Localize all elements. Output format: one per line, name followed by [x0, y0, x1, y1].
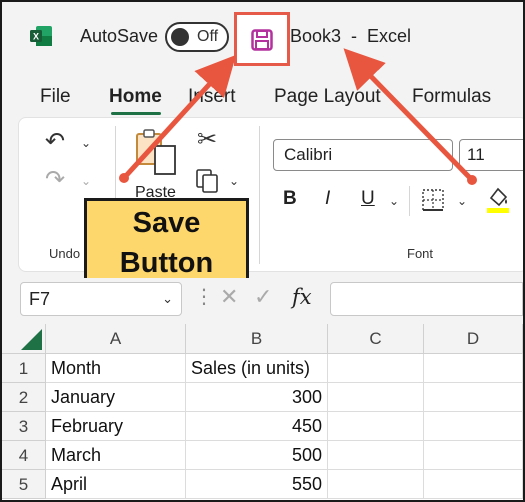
- column-header-d[interactable]: D: [424, 324, 523, 354]
- formula-input[interactable]: [330, 282, 523, 316]
- excel-window: X AutoSave Off Book3 - Excel File Home I…: [0, 0, 525, 502]
- redo-icon[interactable]: ↷: [45, 168, 65, 192]
- cell-b4[interactable]: 500: [186, 441, 328, 470]
- cell-b2[interactable]: 300: [186, 383, 328, 412]
- name-box-value: F7: [29, 289, 51, 309]
- formula-bar: F7 ⌄ ⋮ ✕ ✓ fx: [2, 278, 523, 322]
- ribbon-tabs: File Home Insert Page Layout Formulas: [2, 80, 523, 116]
- cut-icon[interactable]: ✂: [197, 128, 217, 152]
- redo-dropdown-icon[interactable]: ⌄: [81, 174, 91, 188]
- cell-a5[interactable]: April: [46, 470, 186, 499]
- font-group-label: Font: [407, 246, 434, 261]
- title-bar: X AutoSave Off Book3 - Excel: [2, 2, 523, 74]
- tab-insert[interactable]: Insert: [188, 86, 236, 108]
- select-all-corner[interactable]: [2, 324, 46, 354]
- format-divider: [409, 186, 410, 216]
- spreadsheet-grid: A B C D 1 Month Sales (in units) 2 Janua…: [2, 324, 523, 500]
- formula-controls: ✕ ✓ fx: [214, 282, 319, 316]
- italic-button[interactable]: I: [325, 188, 330, 210]
- tab-formulas[interactable]: Formulas: [412, 86, 491, 108]
- column-header-c[interactable]: C: [328, 324, 424, 354]
- cell-d5[interactable]: [424, 470, 523, 499]
- cell-b3[interactable]: 450: [186, 412, 328, 441]
- cell-d2[interactable]: [424, 383, 523, 412]
- cell-d3[interactable]: [424, 412, 523, 441]
- row-header[interactable]: 4: [2, 441, 46, 470]
- cell-d1[interactable]: [424, 354, 523, 383]
- insert-function-button[interactable]: fx: [292, 285, 312, 309]
- enter-icon[interactable]: ✓: [254, 284, 272, 310]
- cell-a3[interactable]: February: [46, 412, 186, 441]
- callout-line-1: Save: [132, 207, 201, 239]
- excel-logo-icon: X: [30, 26, 52, 46]
- autosave-toggle[interactable]: Off: [165, 22, 229, 52]
- row-header[interactable]: 1: [2, 354, 46, 383]
- underline-dropdown-icon[interactable]: ⌄: [389, 194, 399, 208]
- font-size-select[interactable]: 11: [459, 139, 523, 171]
- borders-icon[interactable]: [421, 188, 445, 212]
- column-header-b[interactable]: B: [186, 324, 328, 354]
- tab-home[interactable]: Home: [109, 86, 162, 108]
- callout-line-2: Button: [119, 247, 214, 279]
- borders-dropdown-icon[interactable]: ⌄: [457, 194, 467, 208]
- copy-icon[interactable]: [195, 168, 219, 194]
- name-box-dropdown-icon[interactable]: ⌄: [162, 291, 173, 307]
- autosave-state: Off: [197, 28, 219, 45]
- select-all-icon: [21, 329, 42, 350]
- svg-text:X: X: [33, 32, 39, 42]
- row-header[interactable]: 5: [2, 470, 46, 499]
- cell-c5[interactable]: [328, 470, 424, 499]
- group-divider: [259, 126, 260, 264]
- fill-color-icon[interactable]: [485, 184, 511, 214]
- tab-file[interactable]: File: [40, 86, 71, 108]
- cell-c4[interactable]: [328, 441, 424, 470]
- tab-page-layout[interactable]: Page Layout: [274, 86, 381, 108]
- bold-button[interactable]: B: [283, 188, 297, 210]
- undo-group-label: Undo: [49, 246, 81, 261]
- cell-b5[interactable]: 550: [186, 470, 328, 499]
- cell-b1[interactable]: Sales (in units): [186, 354, 328, 383]
- undo-dropdown-icon[interactable]: ⌄: [81, 136, 91, 150]
- cancel-icon[interactable]: ✕: [220, 284, 238, 310]
- underline-button[interactable]: U: [361, 188, 375, 210]
- cell-d4[interactable]: [424, 441, 523, 470]
- cell-c2[interactable]: [328, 383, 424, 412]
- save-button-callout: Save Button: [84, 198, 249, 285]
- active-tab-indicator: [111, 112, 161, 115]
- cell-c1[interactable]: [328, 354, 424, 383]
- save-icon: [251, 29, 273, 51]
- copy-dropdown-icon[interactable]: ⌄: [229, 174, 239, 188]
- column-header-a[interactable]: A: [46, 324, 186, 354]
- document-title: Book3 - Excel: [290, 26, 412, 46]
- cell-a2[interactable]: January: [46, 383, 186, 412]
- more-options-icon[interactable]: ⋮: [194, 284, 214, 309]
- row-header[interactable]: 3: [2, 412, 46, 441]
- row-header[interactable]: 2: [2, 383, 46, 412]
- cell-a4[interactable]: March: [46, 441, 186, 470]
- name-box[interactable]: F7 ⌄: [20, 282, 182, 316]
- cell-a1[interactable]: Month: [46, 354, 186, 383]
- undo-icon[interactable]: ↶: [45, 130, 65, 154]
- paste-icon[interactable]: [133, 128, 179, 178]
- cell-c3[interactable]: [328, 412, 424, 441]
- toggle-knob: [171, 28, 189, 46]
- save-button[interactable]: [234, 12, 290, 66]
- autosave-label: AutoSave: [80, 26, 159, 46]
- font-name-select[interactable]: Calibri: [273, 139, 453, 171]
